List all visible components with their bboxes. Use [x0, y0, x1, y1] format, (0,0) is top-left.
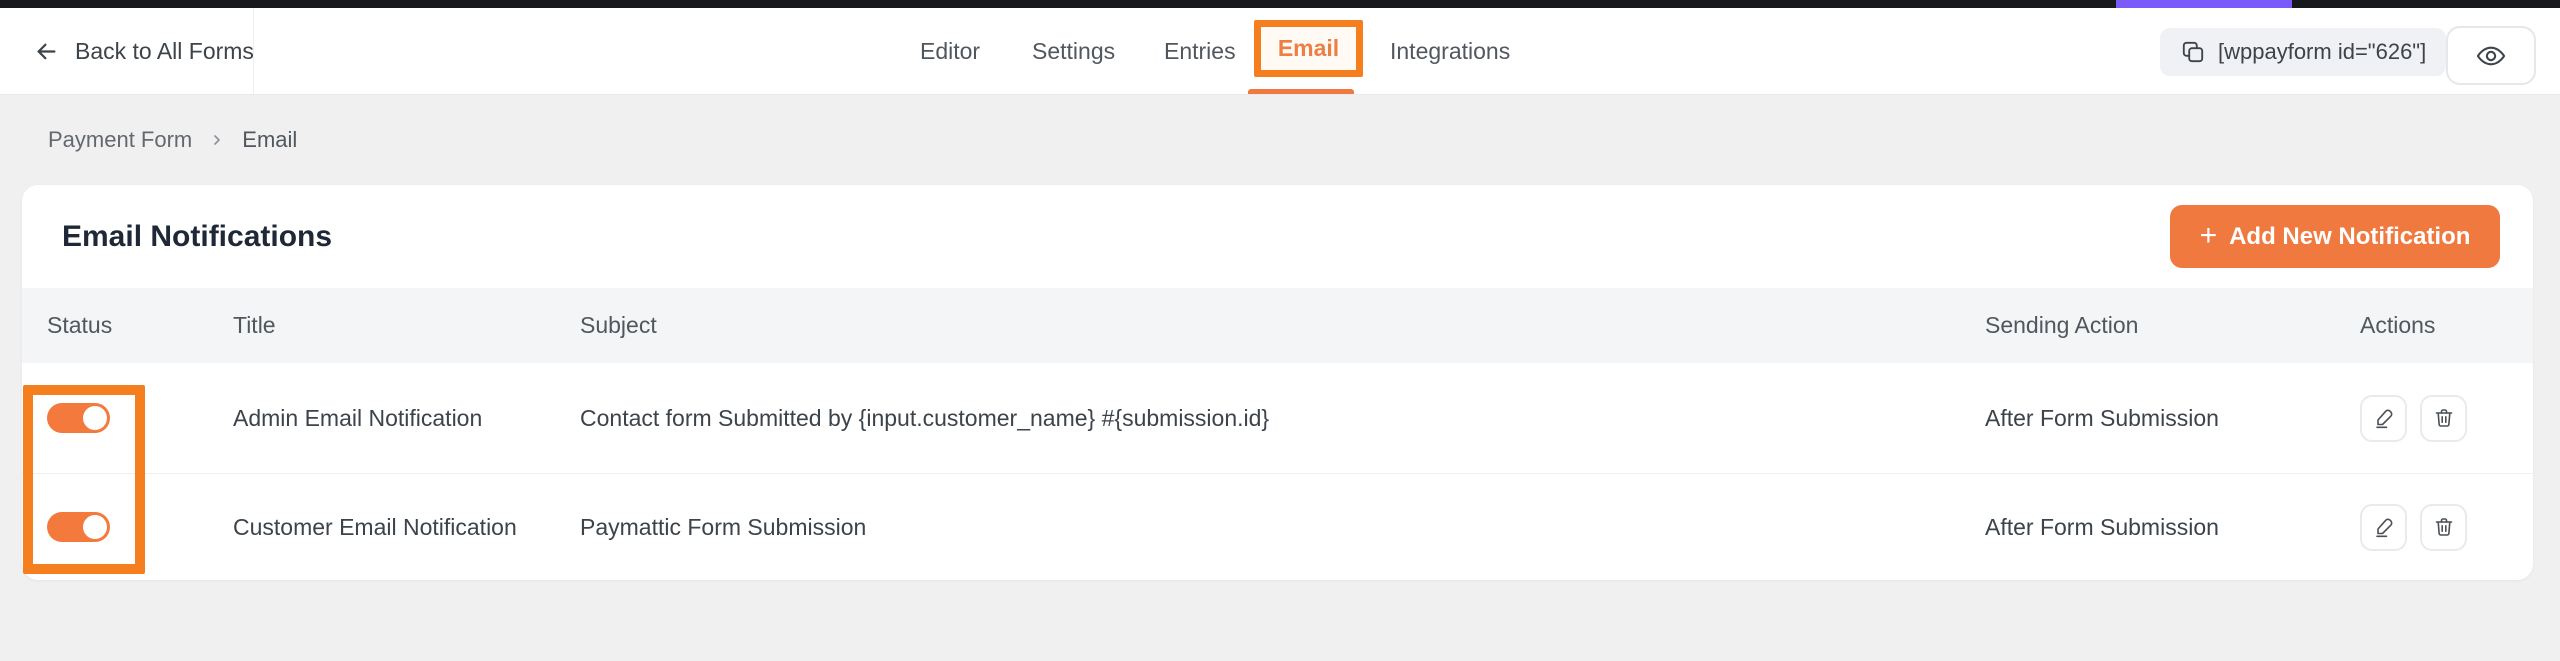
trash-icon	[2432, 515, 2456, 539]
edit-pencil-icon	[2372, 515, 2396, 539]
status-cell	[47, 363, 110, 473]
top-bar: Back to All Forms Editor Settings Entrie…	[0, 8, 2560, 95]
tab-email-label: Email	[1278, 35, 1339, 62]
status-toggle[interactable]	[47, 403, 110, 433]
card-header: Email Notifications + Add New Notificati…	[22, 185, 2533, 288]
table-row: Customer Email Notification Paymattic Fo…	[22, 473, 2533, 580]
edit-button[interactable]	[2360, 504, 2407, 551]
delete-button[interactable]	[2420, 395, 2467, 442]
edit-pencil-icon	[2372, 406, 2396, 430]
title-cell: Customer Email Notification	[233, 474, 517, 580]
column-header-title: Title	[233, 288, 276, 363]
toggle-knob	[83, 515, 107, 539]
column-header-actions: Actions	[2360, 288, 2435, 363]
tab-editor-label: Editor	[920, 38, 980, 65]
delete-button[interactable]	[2420, 504, 2467, 551]
title-cell: Admin Email Notification	[233, 363, 482, 473]
tab-settings-label: Settings	[1032, 38, 1115, 65]
actions-cell	[2360, 363, 2467, 473]
trash-icon	[2432, 406, 2456, 430]
table-header-row: Status Title Subject Sending Action Acti…	[22, 288, 2533, 363]
column-header-status: Status	[47, 288, 112, 363]
toggle-knob	[83, 406, 107, 430]
back-to-all-forms-button[interactable]: Back to All Forms	[33, 8, 254, 94]
back-button-label: Back to All Forms	[75, 38, 254, 65]
tab-email[interactable]: Email	[1254, 20, 1363, 77]
copy-icon	[2180, 39, 2206, 65]
arrow-left-icon	[33, 38, 60, 65]
tab-entries[interactable]: Entries	[1164, 8, 1236, 94]
breadcrumb-form-name[interactable]: Payment Form	[48, 127, 192, 153]
shortcode-text: [wppayform id="626"]	[2218, 39, 2426, 65]
tab-entries-label: Entries	[1164, 38, 1236, 65]
column-header-subject: Subject	[580, 288, 657, 363]
eye-icon	[2475, 40, 2507, 72]
tab-editor[interactable]: Editor	[920, 8, 980, 94]
breadcrumb-current: Email	[242, 127, 297, 153]
plus-icon: +	[2200, 221, 2218, 251]
topbar-divider	[253, 8, 254, 94]
status-cell	[47, 474, 110, 580]
window-top-strip	[0, 0, 2560, 8]
subject-cell: Paymattic Form Submission	[580, 474, 866, 580]
table-row: Admin Email Notification Contact form Su…	[22, 363, 2533, 473]
email-notifications-card: Email Notifications + Add New Notificati…	[22, 185, 2533, 580]
tab-integrations-label: Integrations	[1390, 38, 1510, 65]
edit-button[interactable]	[2360, 395, 2407, 442]
add-button-label: Add New Notification	[2229, 223, 2470, 251]
tab-settings[interactable]: Settings	[1032, 8, 1115, 94]
sending-action-cell: After Form Submission	[1985, 474, 2219, 580]
status-toggle[interactable]	[47, 512, 110, 542]
add-new-notification-button[interactable]: + Add New Notification	[2170, 205, 2500, 268]
actions-cell	[2360, 474, 2467, 580]
paymattic-email-settings-screen: Back to All Forms Editor Settings Entrie…	[0, 0, 2560, 661]
page-title: Email Notifications	[62, 185, 332, 288]
tab-integrations[interactable]: Integrations	[1390, 8, 1510, 94]
column-header-sending-action: Sending Action	[1985, 288, 2138, 363]
top-strip-purple-segment	[2116, 0, 2292, 8]
sending-action-cell: After Form Submission	[1985, 363, 2219, 473]
chevron-right-icon	[209, 132, 225, 148]
subject-cell: Contact form Submitted by {input.custome…	[580, 363, 1269, 473]
active-tab-underline	[1248, 89, 1354, 94]
preview-button[interactable]	[2446, 26, 2536, 85]
breadcrumb: Payment Form Email	[48, 95, 297, 185]
shortcode-copy-button[interactable]: [wppayform id="626"]	[2160, 28, 2446, 76]
